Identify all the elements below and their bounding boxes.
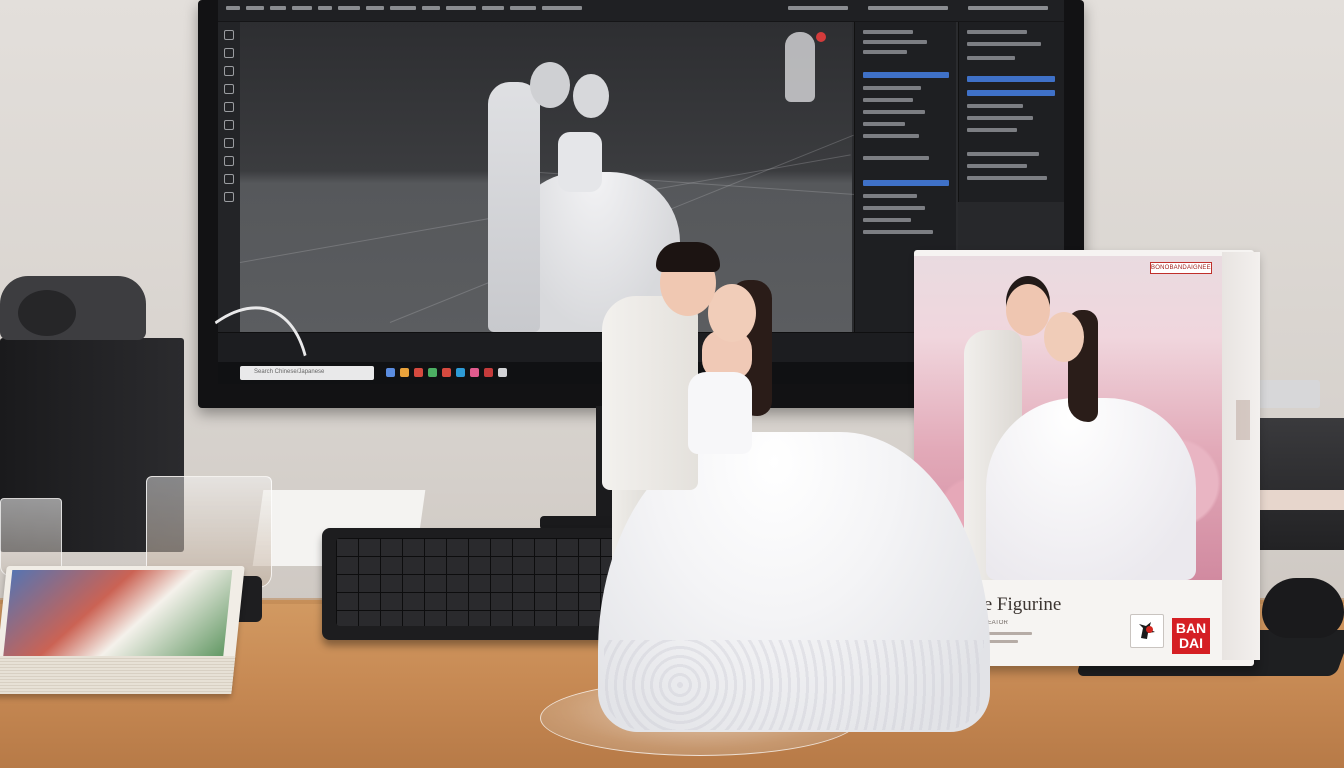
bandai-logo-line-1: BAN (1175, 620, 1207, 636)
outliner-row[interactable] (863, 218, 911, 222)
menu-item[interactable] (270, 6, 286, 10)
taskbar-app-icon[interactable] (442, 368, 451, 377)
outliner-row[interactable] (863, 194, 917, 198)
book (0, 566, 245, 694)
small-cup (0, 498, 62, 576)
taskbar-app-icon[interactable] (456, 368, 465, 377)
transform-tool-icon[interactable] (224, 102, 234, 112)
taskbar-app-icon[interactable] (428, 368, 437, 377)
outliner-row[interactable] (863, 50, 907, 54)
taskbar-app-icon[interactable] (400, 368, 409, 377)
outliner-row[interactable] (863, 30, 913, 34)
device-stack (1258, 380, 1320, 408)
rotate-tool-icon[interactable] (224, 66, 234, 76)
mouse (1262, 578, 1344, 638)
sculpt-tool-icon[interactable] (224, 174, 234, 184)
book-cover-illustration (3, 570, 233, 656)
axis-gizmo-icon[interactable] (816, 32, 826, 42)
menu-item[interactable] (422, 6, 440, 10)
select-tool-icon[interactable] (224, 30, 234, 40)
navigation-gizmo[interactable] (785, 32, 815, 102)
outliner-row[interactable] (863, 122, 905, 126)
bandai-logo-line-2: DAI (1178, 635, 1204, 651)
model-groom-head[interactable] (530, 62, 570, 108)
menu-item[interactable] (542, 6, 582, 10)
box-photo-gown (986, 398, 1196, 580)
box-photo-bride-head (1044, 312, 1084, 362)
menu-item[interactable] (292, 6, 312, 10)
outliner-row[interactable] (863, 98, 913, 102)
outliner-row[interactable] (863, 230, 933, 234)
cursor-tool-icon[interactable] (224, 192, 234, 202)
scale-tool-icon[interactable] (224, 84, 234, 94)
outliner-row[interactable] (863, 40, 927, 44)
header-tools[interactable] (968, 6, 1048, 10)
property-row[interactable] (967, 104, 1023, 108)
headphone-cup (18, 290, 76, 336)
figurine-bodice (688, 372, 752, 454)
property-row[interactable] (967, 42, 1041, 46)
menu-item[interactable] (226, 6, 240, 10)
outliner-row[interactable] (863, 206, 925, 210)
app-menu-bar (218, 0, 1064, 22)
properties-panel (958, 22, 1064, 202)
menu-item[interactable] (338, 6, 360, 10)
box-photo-groom-head (1006, 284, 1050, 336)
property-row[interactable] (967, 164, 1027, 168)
taskbar-app-icon[interactable] (484, 368, 493, 377)
move-tool-icon[interactable] (224, 48, 234, 58)
menu-item[interactable] (510, 6, 536, 10)
figurine-bride-head (708, 284, 756, 342)
property-row-selected[interactable] (967, 76, 1055, 82)
product-box-side (1222, 252, 1260, 660)
printer-tray (1256, 490, 1344, 510)
taskbar-app-icon[interactable] (470, 368, 479, 377)
menu-item[interactable] (390, 6, 416, 10)
printer (1258, 418, 1344, 550)
measure-tool-icon[interactable] (224, 138, 234, 148)
menu-item[interactable] (482, 6, 504, 10)
figurine-gown-lace (604, 640, 984, 730)
product-box-side-art (1236, 400, 1250, 440)
book-pages (0, 656, 236, 694)
taskbar-app-icon[interactable] (414, 368, 423, 377)
property-row-selected[interactable] (967, 90, 1055, 96)
model-bodice[interactable] (558, 132, 602, 192)
property-row[interactable] (967, 176, 1047, 180)
box-brand-tag: BONOBANDAIGNEERE (1150, 262, 1212, 274)
tool-shelf (218, 22, 240, 332)
brush-tool-icon[interactable] (224, 156, 234, 166)
menu-item[interactable] (366, 6, 384, 10)
menu-item[interactable] (246, 6, 264, 10)
outliner-row-selected[interactable] (863, 72, 949, 78)
figurine-groom-jacket (602, 296, 698, 490)
outliner-row[interactable] (863, 86, 921, 90)
property-row[interactable] (967, 152, 1039, 156)
model-groom[interactable] (488, 82, 540, 332)
figurine-groom-hair (656, 242, 720, 272)
outliner-row[interactable] (863, 110, 925, 114)
taskbar-app-icon[interactable] (498, 368, 507, 377)
menu-item[interactable] (446, 6, 476, 10)
menu-item[interactable] (318, 6, 332, 10)
taskbar-app-icon[interactable] (386, 368, 395, 377)
outliner-row-selected[interactable] (863, 180, 949, 186)
property-row[interactable] (967, 56, 1015, 60)
model-bride-head[interactable] (573, 74, 609, 118)
property-row[interactable] (967, 128, 1017, 132)
header-tools[interactable] (868, 6, 948, 10)
logo-red-dot (1146, 626, 1153, 633)
property-row[interactable] (967, 30, 1027, 34)
bandai-logo: BAN DAI (1172, 618, 1210, 654)
outliner-row[interactable] (863, 156, 929, 160)
header-tools[interactable] (788, 6, 848, 10)
property-row[interactable] (967, 116, 1033, 120)
outliner-row[interactable] (863, 134, 919, 138)
annotate-tool-icon[interactable] (224, 120, 234, 130)
